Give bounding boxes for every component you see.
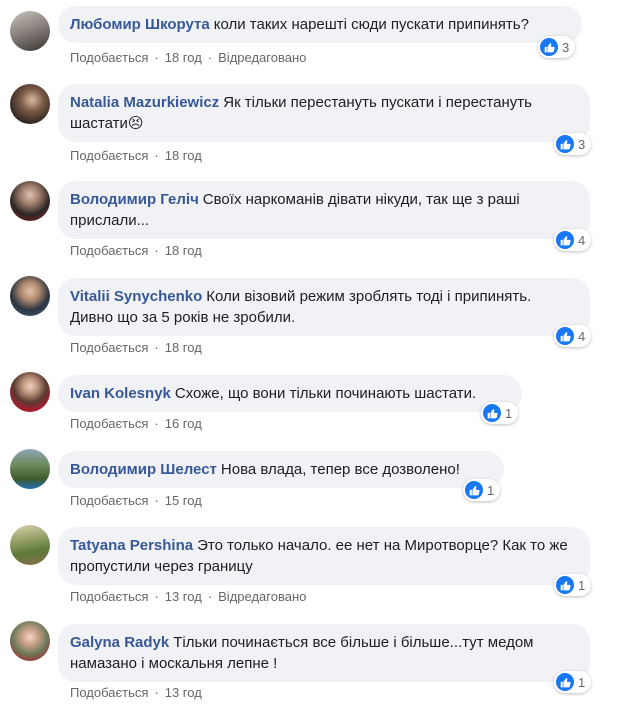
comment-meta: Подобається · 18 год — [70, 243, 202, 258]
separator: · — [154, 416, 159, 431]
separator: · — [154, 685, 159, 700]
edited-label[interactable]: Відредаговано — [218, 589, 306, 604]
like-link[interactable]: Подобається — [70, 50, 148, 65]
reaction-number: 1 — [505, 405, 513, 421]
comment-bubble: Galyna Radyk Тільки починається все більш… — [58, 624, 590, 682]
comment-time[interactable]: 18 год — [165, 148, 202, 163]
comment-bubble: Володимир Геліч Своїх наркоманів дівати н… — [58, 181, 590, 239]
reaction-count[interactable]: 1 — [554, 574, 592, 596]
reaction-number: 4 — [578, 328, 586, 344]
avatar[interactable] — [10, 449, 50, 489]
edited-label[interactable]: Відредаговано — [218, 50, 306, 65]
reaction-count[interactable]: 1 — [554, 671, 592, 693]
comment-meta: Подобається · 18 год — [70, 340, 202, 355]
reaction-count[interactable]: 1 — [481, 402, 519, 424]
thumbs-up-icon — [556, 135, 574, 153]
avatar[interactable] — [10, 372, 50, 412]
reaction-count[interactable]: 1 — [463, 479, 501, 501]
comment-meta: Подобається · 13 год · Відредаговано — [70, 589, 306, 604]
comment-bubble: Vitalii Synychenko Коли візовий режим зро… — [58, 278, 590, 336]
separator: · — [154, 340, 159, 355]
comment-meta: Подобається · 18 год · Відредаговано — [70, 50, 306, 65]
separator: · — [154, 493, 159, 508]
reaction-number: 1 — [578, 577, 586, 593]
reaction-count[interactable]: 4 — [554, 325, 592, 347]
comment-author[interactable]: Володимир Геліч — [70, 191, 199, 208]
thumbs-up-icon — [556, 231, 574, 249]
comment-time[interactable]: 13 год — [165, 589, 202, 604]
avatar[interactable] — [10, 621, 50, 661]
reaction-number: 3 — [562, 39, 570, 55]
comment-time[interactable]: 16 год — [165, 416, 202, 431]
separator: · — [154, 50, 159, 65]
comment-author[interactable]: Galyna Radyk — [70, 634, 169, 651]
comment-time[interactable]: 18 год — [165, 243, 202, 258]
comment-text: коли таких нарешті сюди пускати припинят… — [213, 16, 529, 33]
reaction-number: 3 — [578, 136, 586, 152]
avatar[interactable] — [10, 276, 50, 316]
thumbs-up-icon — [540, 38, 558, 56]
reaction-count[interactable]: 3 — [538, 36, 576, 58]
comment-time[interactable]: 13 год — [165, 685, 202, 700]
avatar[interactable] — [10, 84, 50, 124]
comment-meta: Подобається · 13 год — [70, 685, 202, 700]
thumbs-up-icon — [483, 404, 501, 422]
reaction-number: 1 — [487, 482, 495, 498]
separator: · — [154, 148, 159, 163]
comment-time[interactable]: 18 год — [165, 340, 202, 355]
comment-meta: Подобається · 16 год — [70, 416, 202, 431]
comment-author[interactable]: Любомир Шкорута — [70, 16, 210, 33]
comment-author[interactable]: Tatyana Pershina — [70, 537, 193, 554]
comment-author[interactable]: Natalia Mazurkiewicz — [70, 94, 219, 111]
thumbs-up-icon — [556, 576, 574, 594]
thumbs-up-icon — [465, 481, 483, 499]
reaction-number: 4 — [578, 232, 586, 248]
separator: · — [207, 589, 213, 604]
like-link[interactable]: Подобається — [70, 493, 148, 508]
comment-bubble: Natalia Mazurkiewicz Як тільки перестанут… — [58, 84, 590, 142]
thumbs-up-icon — [556, 673, 574, 691]
thumbs-up-icon — [556, 327, 574, 345]
comment-time[interactable]: 18 год — [165, 50, 202, 65]
separator: · — [154, 243, 159, 258]
avatar[interactable] — [10, 11, 50, 51]
comment-bubble: Tatyana Pershina Это только начало. ее не… — [58, 527, 590, 585]
comment-author[interactable]: Vitalii Synychenko — [70, 288, 202, 305]
reaction-number: 1 — [578, 674, 586, 690]
separator: · — [207, 50, 213, 65]
avatar[interactable] — [10, 181, 50, 221]
comment-meta: Подобається · 15 год — [70, 493, 202, 508]
comment-bubble: Ivan Kolesnyk Схоже, що вони тільки почин… — [58, 375, 522, 412]
avatar[interactable] — [10, 525, 50, 565]
like-link[interactable]: Подобається — [70, 589, 148, 604]
like-link[interactable]: Подобається — [70, 243, 148, 258]
comment-bubble: Любомир Шкорута коли таких нарешті сюди п… — [58, 6, 582, 43]
comment-meta: Подобається · 18 год — [70, 148, 202, 163]
like-link[interactable]: Подобається — [70, 148, 148, 163]
comment-time[interactable]: 15 год — [165, 493, 202, 508]
comment-bubble: Володимир Шелест Нова влада, тепер все до… — [58, 451, 504, 488]
comment-text: Схоже, що вони тільки починають шастати. — [174, 385, 477, 402]
comment-author[interactable]: Ivan Kolesnyk — [70, 385, 171, 402]
reaction-count[interactable]: 3 — [554, 133, 592, 155]
comment-author[interactable]: Володимир Шелест — [70, 461, 217, 478]
like-link[interactable]: Подобається — [70, 340, 148, 355]
separator: · — [154, 589, 159, 604]
like-link[interactable]: Подобається — [70, 416, 148, 431]
comment-text: Нова влада, тепер все дозволено! — [220, 461, 460, 478]
reaction-count[interactable]: 4 — [554, 229, 592, 251]
like-link[interactable]: Подобається — [70, 685, 148, 700]
